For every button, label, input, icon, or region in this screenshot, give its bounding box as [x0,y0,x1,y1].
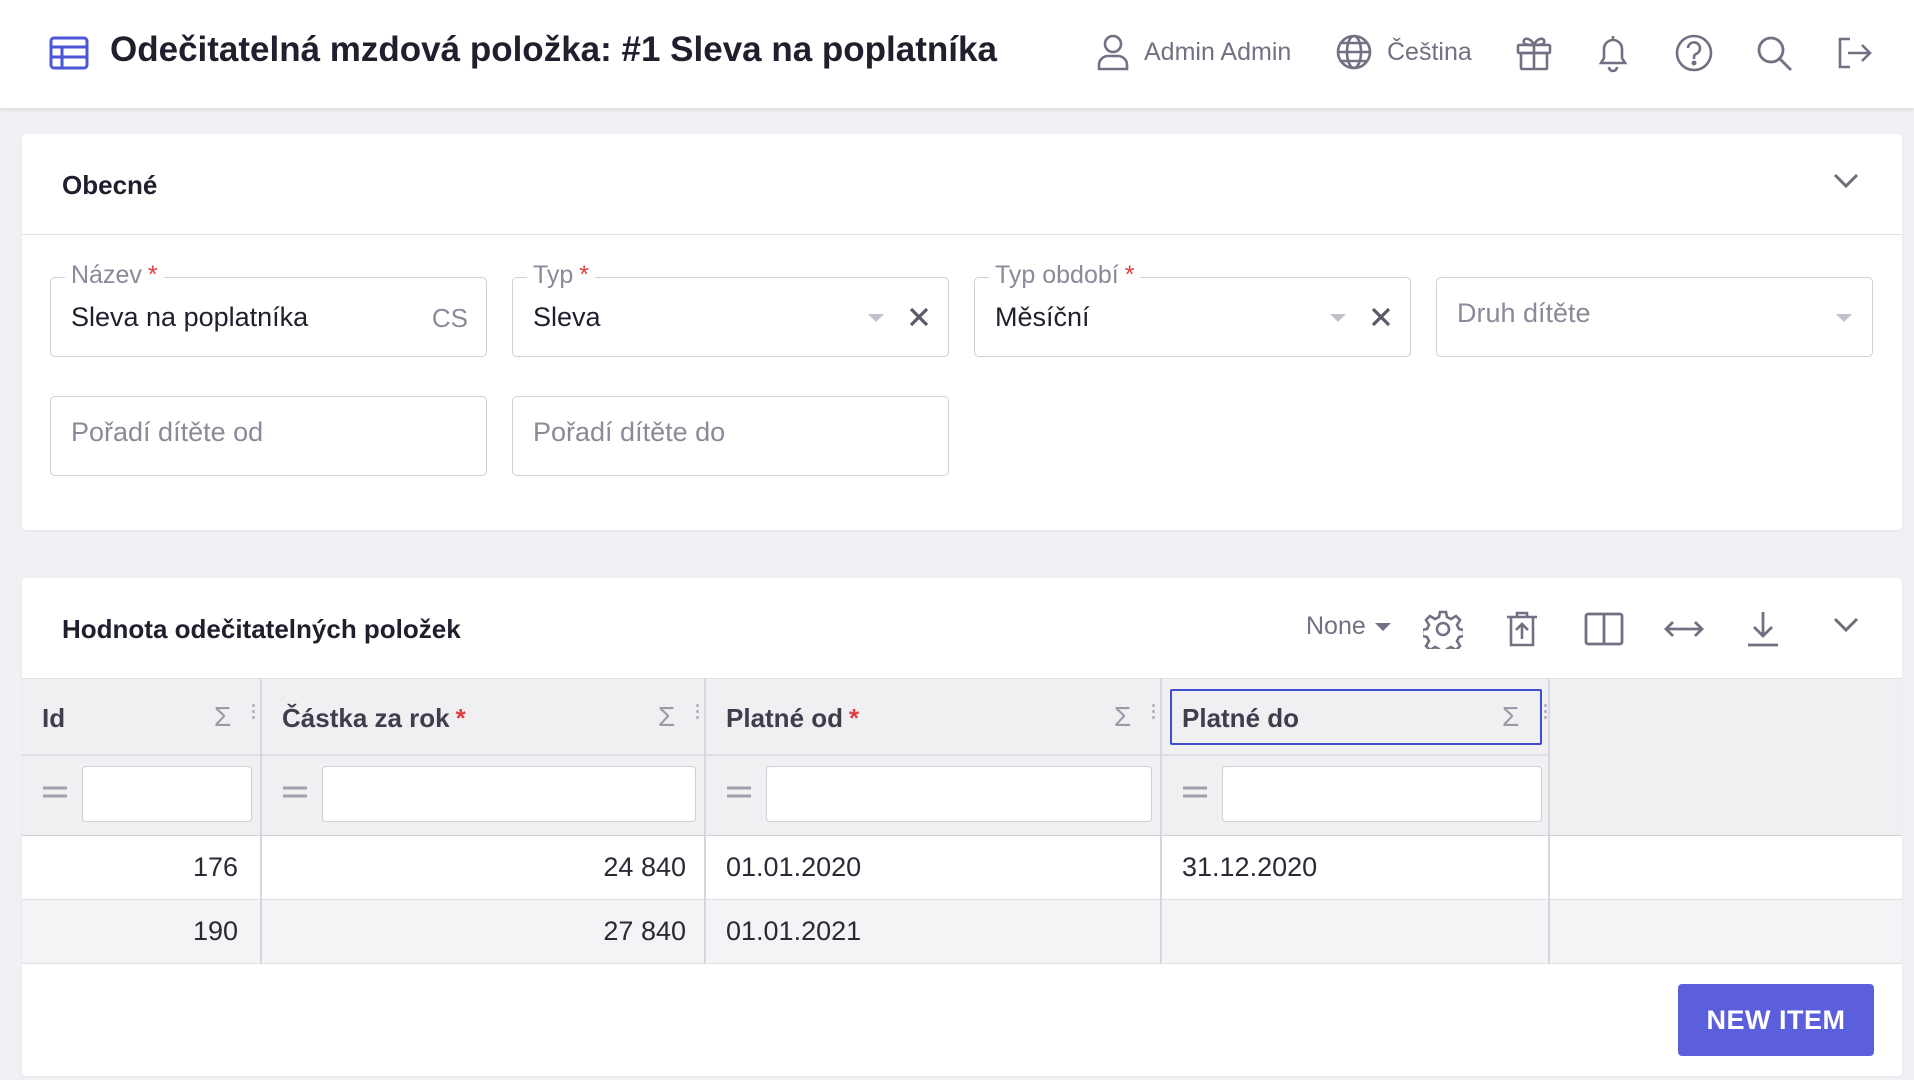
cell-amount: 27 840 [603,916,686,946]
gear-icon[interactable] [1423,609,1463,649]
language-menu[interactable]: Čeština [1335,33,1472,71]
child-kind-select[interactable]: Druh dítěte [1436,277,1873,357]
globe-icon [1335,33,1373,71]
column-header-amount[interactable]: Částka za rok * [282,703,466,734]
grouping-select[interactable]: None [1306,612,1392,641]
type-select-label: Typ * [527,261,596,290]
name-field-value[interactable]: Sleva na poplatníka [71,302,308,333]
column-divider [1548,679,1550,964]
general-panel-header: Obecné [22,134,1902,235]
filter-input-amount[interactable] [322,766,696,822]
bell-icon[interactable] [1595,33,1631,73]
chevron-down-icon[interactable] [1832,616,1860,634]
language-label: Čeština [1387,37,1472,66]
values-panel-title: Hodnota odečitatelných položek [62,614,461,644]
filter-input-id[interactable] [82,766,252,822]
filter-equals-icon[interactable] [726,785,752,799]
values-grid: Id Σ Částka za rok * Σ Platné od * Σ Platn… [22,679,1902,964]
column-header-valid-from[interactable]: Platné od * [726,703,859,734]
column-menu-icon[interactable] [1152,701,1156,722]
table-row[interactable]: 176 24 840 01.01.2020 31.12.2020 [22,836,1902,900]
clear-icon[interactable] [908,306,930,328]
chevron-down-icon[interactable] [1832,172,1860,190]
type-select[interactable]: Typ * Sleva [512,261,949,357]
grouping-value: None [1306,612,1366,640]
filter-input-valid-to[interactable] [1222,766,1542,822]
sigma-icon[interactable]: Σ [1502,701,1519,733]
clear-icon[interactable] [1370,306,1392,328]
column-header-id[interactable]: Id [42,703,71,734]
child-order-from-placeholder: Pořadí dítěte od [71,417,264,447]
sigma-icon[interactable]: Σ [658,701,675,733]
child-order-to-placeholder: Pořadí dítěte do [533,417,726,447]
period-type-select[interactable]: Typ období * Měsíční [974,261,1411,357]
page-title: Odečitatelná mzdová položka: #1 Sleva na… [110,30,997,69]
table-icon [49,36,89,70]
download-icon[interactable] [1744,609,1782,649]
top-bar: Odečitatelná mzdová položka: #1 Sleva na… [0,0,1914,108]
trash-upload-icon[interactable] [1504,609,1540,649]
sigma-icon[interactable]: Σ [214,701,231,733]
child-order-from-input[interactable]: Pořadí dítěte od [50,396,487,476]
values-panel: Hodnota odečitatelných položek None Id Σ… [22,578,1902,1076]
column-divider [1160,679,1162,964]
table-row[interactable]: 190 27 840 01.01.2021 [22,900,1902,964]
child-order-to-input[interactable]: Pořadí dítěte do [512,396,949,476]
sigma-icon[interactable]: Σ [1114,701,1131,733]
name-field[interactable]: Název * Sleva na poplatníka CS [50,261,487,357]
filter-input-valid-from[interactable] [766,766,1152,822]
filter-equals-icon[interactable] [1182,785,1208,799]
filter-equals-icon[interactable] [282,785,308,799]
new-item-button[interactable]: NEW ITEM [1678,984,1874,1056]
filter-equals-icon[interactable] [42,785,68,799]
cell-valid-to: 31.12.2020 [1182,852,1318,882]
help-icon[interactable] [1674,33,1714,73]
caret-down-icon[interactable] [1834,312,1854,324]
values-panel-header: Hodnota odečitatelných položek None [22,578,1902,679]
cell-id: 176 [192,852,238,882]
cell-id: 190 [192,916,238,946]
column-menu-icon[interactable] [252,701,256,722]
user-menu[interactable]: Admin Admin [1096,33,1291,71]
name-field-label: Název * [65,261,164,290]
period-type-select-label: Typ období * [989,261,1141,290]
search-icon[interactable] [1754,33,1794,73]
caret-down-icon[interactable] [866,312,886,324]
gift-icon[interactable] [1514,33,1554,73]
column-header-valid-to[interactable]: Platné do [1182,703,1305,734]
type-select-value: Sleva [533,302,601,332]
language-code-badge[interactable]: CS [432,303,468,334]
general-panel-title: Obecné [62,170,158,200]
columns-icon[interactable] [1583,609,1625,649]
header-divider [22,754,1548,756]
cell-valid-from: 01.01.2021 [726,916,862,946]
cell-amount: 24 840 [603,852,686,882]
cell-valid-from: 01.01.2020 [726,852,862,882]
logout-icon[interactable] [1834,33,1874,73]
user-name: Admin Admin [1144,37,1292,66]
grid-header: Id Σ Částka za rok * Σ Platné od * Σ Platn… [22,679,1902,836]
column-divider [260,679,262,964]
column-menu-icon[interactable] [696,701,700,722]
caret-down-icon[interactable] [1328,312,1348,324]
expand-width-icon[interactable] [1662,609,1706,649]
user-icon [1096,33,1130,71]
caret-down-icon [1374,622,1392,632]
period-type-select-value: Měsíční [995,302,1090,332]
child-kind-placeholder: Druh dítěte [1457,298,1591,328]
column-divider [704,679,706,964]
general-panel: Obecné Název * Sleva na poplatníka CS Typ… [22,134,1902,530]
